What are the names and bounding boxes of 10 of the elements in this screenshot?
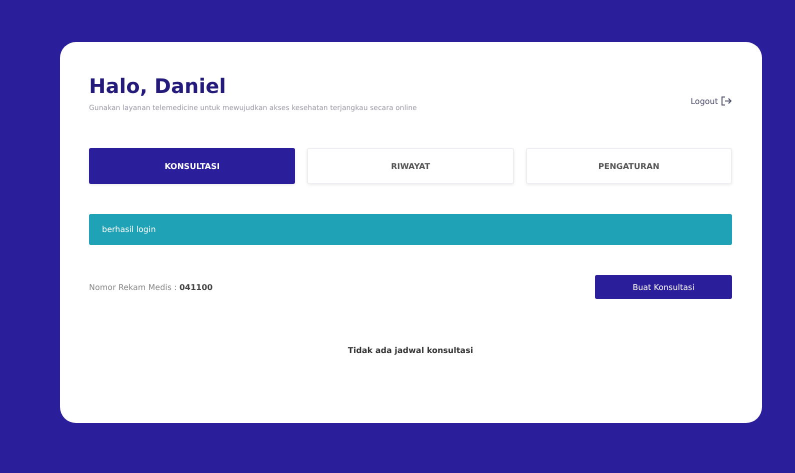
logout-icon xyxy=(721,96,732,106)
medical-record-number: Nomor Rekam Medis : 041100 xyxy=(89,282,213,292)
greeting-title: Halo, Daniel xyxy=(89,74,228,98)
tab[interactable]: PENGATURAN xyxy=(526,148,732,184)
logout-link[interactable]: Logout xyxy=(690,96,732,106)
create-consultation-button[interactable]: Buat Konsultasi xyxy=(595,275,732,299)
empty-message: Tidak ada jadwal konsultasi xyxy=(346,346,474,355)
success-alert: berhasil login xyxy=(89,214,732,245)
tab[interactable]: KONSULTASI xyxy=(89,148,296,184)
tab[interactable]: RIWAYAT xyxy=(307,148,514,184)
